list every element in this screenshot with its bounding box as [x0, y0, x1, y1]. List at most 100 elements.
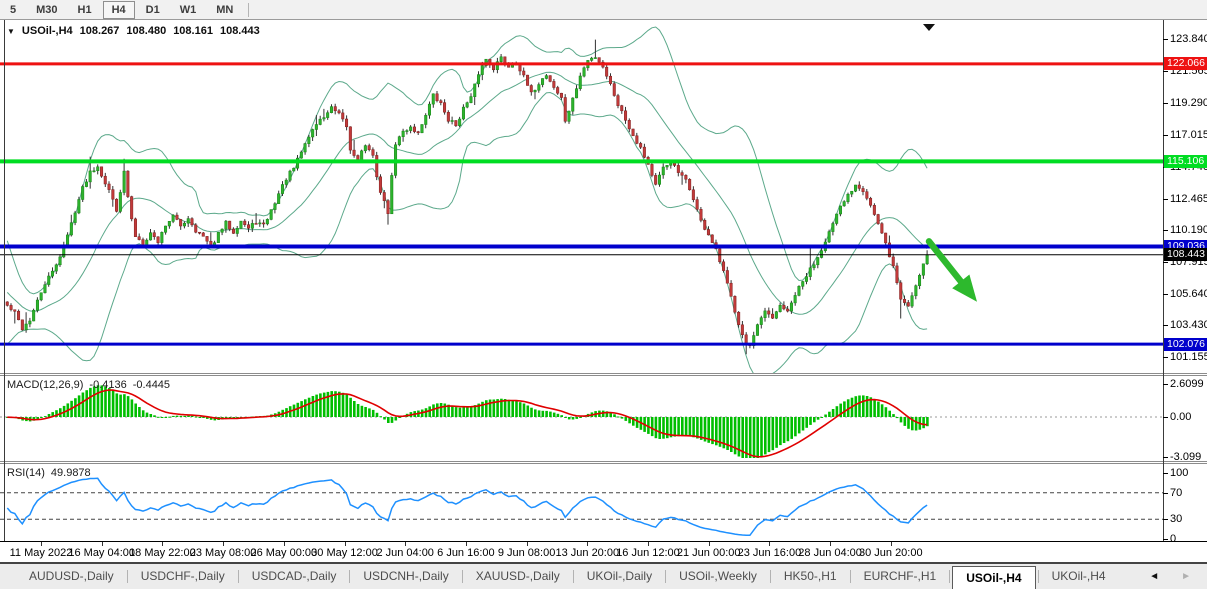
timeframe-button-d1[interactable]: D1 [137, 1, 169, 19]
macd-panel-canvas[interactable] [0, 376, 1163, 461]
macd-tick [1163, 384, 1168, 385]
rsi-tick-label: 100 [1170, 467, 1188, 479]
tab-scroll-arrows: ◄ ► [1149, 571, 1191, 582]
price-tick-label: 117.015 [1170, 129, 1207, 141]
time-tick [709, 542, 710, 546]
tab-separator [349, 570, 350, 583]
price-tick-label: 123.840 [1170, 33, 1207, 45]
chart-tabs: AUDUSD-,DailyUSDCHF-,DailyUSDCAD-,DailyU… [18, 564, 1117, 589]
tab-ukoil-h4[interactable]: UKOil-,H4 [1041, 565, 1117, 588]
timeframe-button-w1[interactable]: W1 [171, 1, 206, 19]
rsi-tick [1163, 519, 1168, 520]
price-tick [1163, 294, 1168, 295]
tab-hk50-h1[interactable]: HK50-,H1 [773, 565, 848, 588]
rsi-tick-label: 0 [1170, 533, 1176, 545]
price-label-102.076: 102.076 [1164, 338, 1207, 351]
rsi-tick [1163, 493, 1168, 494]
time-tick [891, 542, 892, 546]
tab-separator [238, 570, 239, 583]
price-tick [1163, 262, 1168, 263]
time-tick [284, 542, 285, 546]
price-tick-label: 105.640 [1170, 288, 1207, 300]
time-axis: 11 May 202216 May 04:0018 May 22:0023 Ma… [0, 541, 1207, 564]
time-tick [466, 542, 467, 546]
price-chart-canvas[interactable] [0, 20, 1163, 373]
rsi-line [7, 478, 927, 535]
tab-separator [462, 570, 463, 583]
tab-audusd-daily[interactable]: AUDUSD-,Daily [18, 565, 125, 588]
tab-eurchf-h1[interactable]: EURCHF-,H1 [853, 565, 948, 588]
tab-usdcnh-daily[interactable]: USDCNH-,Daily [352, 565, 459, 588]
time-tick [648, 542, 649, 546]
tab-separator [850, 570, 851, 583]
timeframe-button-5[interactable]: 5 [1, 1, 25, 19]
tab-ukoil-daily[interactable]: UKOil-,Daily [576, 565, 663, 588]
tab-usdcad-daily[interactable]: USDCAD-,Daily [241, 565, 348, 588]
auto-scroll-marker-icon[interactable] [923, 24, 935, 31]
down-trend-arrow[interactable] [929, 241, 977, 301]
macd-title: MACD(12,26,9) [7, 379, 83, 391]
price-tick [1163, 230, 1168, 231]
trading-terminal-window: 5M30H1H4D1W1MN ▼ USOil-,H4 108.267 108.4… [0, 0, 1207, 589]
chart-header: ▼ USOil-,H4 108.267 108.480 108.161 108.… [7, 25, 260, 37]
time-tick [587, 542, 588, 546]
price-tick-label: 112.465 [1170, 193, 1207, 205]
macd-tick-label: -3.099 [1170, 451, 1201, 463]
macd-value-signal: -0.4445 [133, 379, 170, 391]
toolbar-divider [248, 3, 249, 17]
tab-separator [770, 570, 771, 583]
rsi-tick [1163, 539, 1168, 540]
price-label-108.443: 108.443 [1164, 248, 1207, 261]
ohlc-high: 108.480 [126, 25, 166, 37]
tab-usoil-weekly[interactable]: USOil-,Weekly [668, 565, 768, 588]
bollinger-lower-band [7, 93, 927, 374]
tab-scroll-right-icon[interactable]: ► [1181, 571, 1191, 582]
macd-value-main: -0.4136 [89, 379, 126, 391]
price-tick [1163, 325, 1168, 326]
symbol-dropdown-icon[interactable]: ▼ [7, 27, 15, 36]
rsi-tick-label: 70 [1170, 487, 1182, 499]
price-tick-label: 119.290 [1170, 97, 1207, 109]
macd-tick-label: 2.6099 [1170, 378, 1204, 390]
price-tick [1163, 71, 1168, 72]
rsi-tick [1163, 473, 1168, 474]
time-tick [405, 542, 406, 546]
rsi-value: 49.9878 [51, 467, 91, 479]
ohlc-close: 108.443 [220, 25, 260, 37]
tab-scroll-left-icon[interactable]: ◄ [1149, 571, 1159, 582]
rsi-panel-canvas[interactable] [0, 464, 1163, 541]
rsi-title: RSI(14) [7, 467, 45, 479]
bollinger-middle-band [7, 72, 927, 314]
time-tick [102, 542, 103, 546]
ohlc-low: 108.161 [173, 25, 213, 37]
tab-xauusd-daily[interactable]: XAUUSD-,Daily [465, 565, 571, 588]
plot-left-border [4, 20, 5, 541]
price-label-122.066: 122.066 [1164, 57, 1207, 70]
timeframe-button-h4[interactable]: H4 [103, 1, 135, 19]
chart-tab-bar: AUDUSD-,DailyUSDCHF-,DailyUSDCAD-,DailyU… [0, 564, 1207, 589]
tab-usoil-h4[interactable]: USOil-,H4 [952, 566, 1035, 589]
timeframe-button-h1[interactable]: H1 [69, 1, 101, 19]
tab-separator [127, 570, 128, 583]
time-tick [41, 542, 42, 546]
tab-usdchf-daily[interactable]: USDCHF-,Daily [130, 565, 236, 588]
price-axis-line [1163, 20, 1164, 541]
timeframe-buttons: 5M30H1H4D1W1MN [0, 1, 243, 19]
price-tick [1163, 39, 1168, 40]
price-tick [1163, 135, 1168, 136]
time-tick [223, 542, 224, 546]
candle-wicks [7, 40, 927, 355]
macd-tick [1163, 417, 1168, 418]
timeframe-button-m30[interactable]: M30 [27, 1, 66, 19]
price-label-115.106: 115.106 [1164, 155, 1207, 168]
timeframe-button-mn[interactable]: MN [207, 1, 242, 19]
time-tick [162, 542, 163, 546]
ohlc-open: 108.267 [80, 25, 120, 37]
price-tick [1163, 199, 1168, 200]
tab-separator [665, 570, 666, 583]
tab-separator [949, 570, 950, 583]
time-label: 30 Jun 20:00 [847, 547, 935, 559]
tab-separator [573, 570, 574, 583]
rsi-tick-label: 30 [1170, 513, 1182, 525]
time-tick [345, 542, 346, 546]
